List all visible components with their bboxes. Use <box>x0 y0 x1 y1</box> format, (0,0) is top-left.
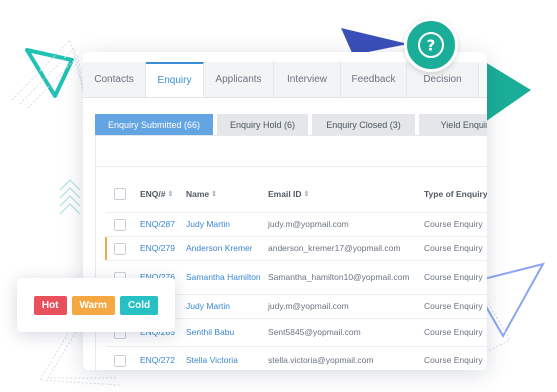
sort-icon: ⇕ <box>303 190 310 198</box>
sort-icon: ⇕ <box>167 190 174 198</box>
email-cell: anderson_kremer17@yopmail.com <box>268 243 401 253</box>
select-all-checkbox[interactable] <box>114 176 126 212</box>
table-row[interactable]: ENQ/279 Anderson Kremer anderson_kremer17@… <box>105 237 487 261</box>
column-header-type[interactable]: Type of Enquiry <box>424 176 487 212</box>
enquiry-type-cell: Course Enquiry <box>424 219 483 229</box>
enquiry-type-cell: Course Enquiry <box>424 355 483 365</box>
email-cell: stella.victoria@yopmail.com <box>268 355 374 365</box>
warm-badge[interactable]: Warm <box>71 295 115 315</box>
cold-badge[interactable]: Cold <box>119 295 159 315</box>
navy-triangle-shape <box>341 28 408 55</box>
teal-triangle-shape <box>485 62 531 122</box>
table-row[interactable]: ENQ/272 Stella Victoria stella.victoria@yo… <box>106 347 487 370</box>
enq-id-link[interactable]: ENQ/287 <box>140 213 175 236</box>
email-cell: judy.m@yopmail.com <box>268 301 349 311</box>
row-checkbox[interactable] <box>114 347 126 370</box>
enquiry-type-cell: Course Enquiry <box>424 301 483 311</box>
row-checkbox[interactable] <box>114 213 126 236</box>
email-cell: Sent5845@yopmail.com <box>268 327 361 337</box>
enquiry-type-cell: Course Enquiry <box>424 272 483 282</box>
column-header-email[interactable]: Email ID ⇕ <box>268 176 309 212</box>
contact-name-link[interactable]: Judy Martin <box>186 295 264 318</box>
column-header-name[interactable]: Name ⇕ <box>186 176 217 212</box>
help-button[interactable]: ? <box>404 18 458 72</box>
row-flag-indicator <box>105 237 107 260</box>
svg-text:?: ? <box>427 37 436 55</box>
table-row[interactable]: ENQ/287 Judy Martin judy.m@yopmail.com Cour… <box>106 213 487 237</box>
row-checkbox[interactable] <box>114 237 126 260</box>
priority-badge-card: Hot Warm Cold <box>17 278 175 332</box>
enq-id-link[interactable]: ENQ/279 <box>140 237 175 260</box>
teal-outline-triangle-shape <box>25 48 74 98</box>
contact-name-link[interactable]: Samantha Hamilton <box>186 261 264 294</box>
contact-name-link[interactable]: Senthil Babu <box>186 319 264 346</box>
chevron-pattern-shape <box>59 178 81 215</box>
question-icon: ? <box>418 32 444 58</box>
hot-badge[interactable]: Hot <box>33 295 67 315</box>
enq-id-link[interactable]: ENQ/272 <box>140 347 175 370</box>
contact-name-link[interactable]: Judy Martin <box>186 213 264 236</box>
email-cell: judy.m@yopmail.com <box>268 219 349 229</box>
sort-icon: ⇕ <box>211 190 218 198</box>
enquiry-type-cell: Course Enquiry <box>424 327 483 337</box>
table-header: ENQ/# ⇕ Name ⇕ Email ID ⇕ Type of Enquiry <box>106 176 487 213</box>
contact-name-link[interactable]: Stella Victoria <box>186 347 264 370</box>
column-header-enq[interactable]: ENQ/# ⇕ <box>140 176 173 212</box>
contact-name-link[interactable]: Anderson Kremer <box>186 237 264 260</box>
email-cell: Samantha_hamilton10@yopmail.com <box>268 272 410 282</box>
enquiry-type-cell: Course Enquiry <box>424 243 483 253</box>
